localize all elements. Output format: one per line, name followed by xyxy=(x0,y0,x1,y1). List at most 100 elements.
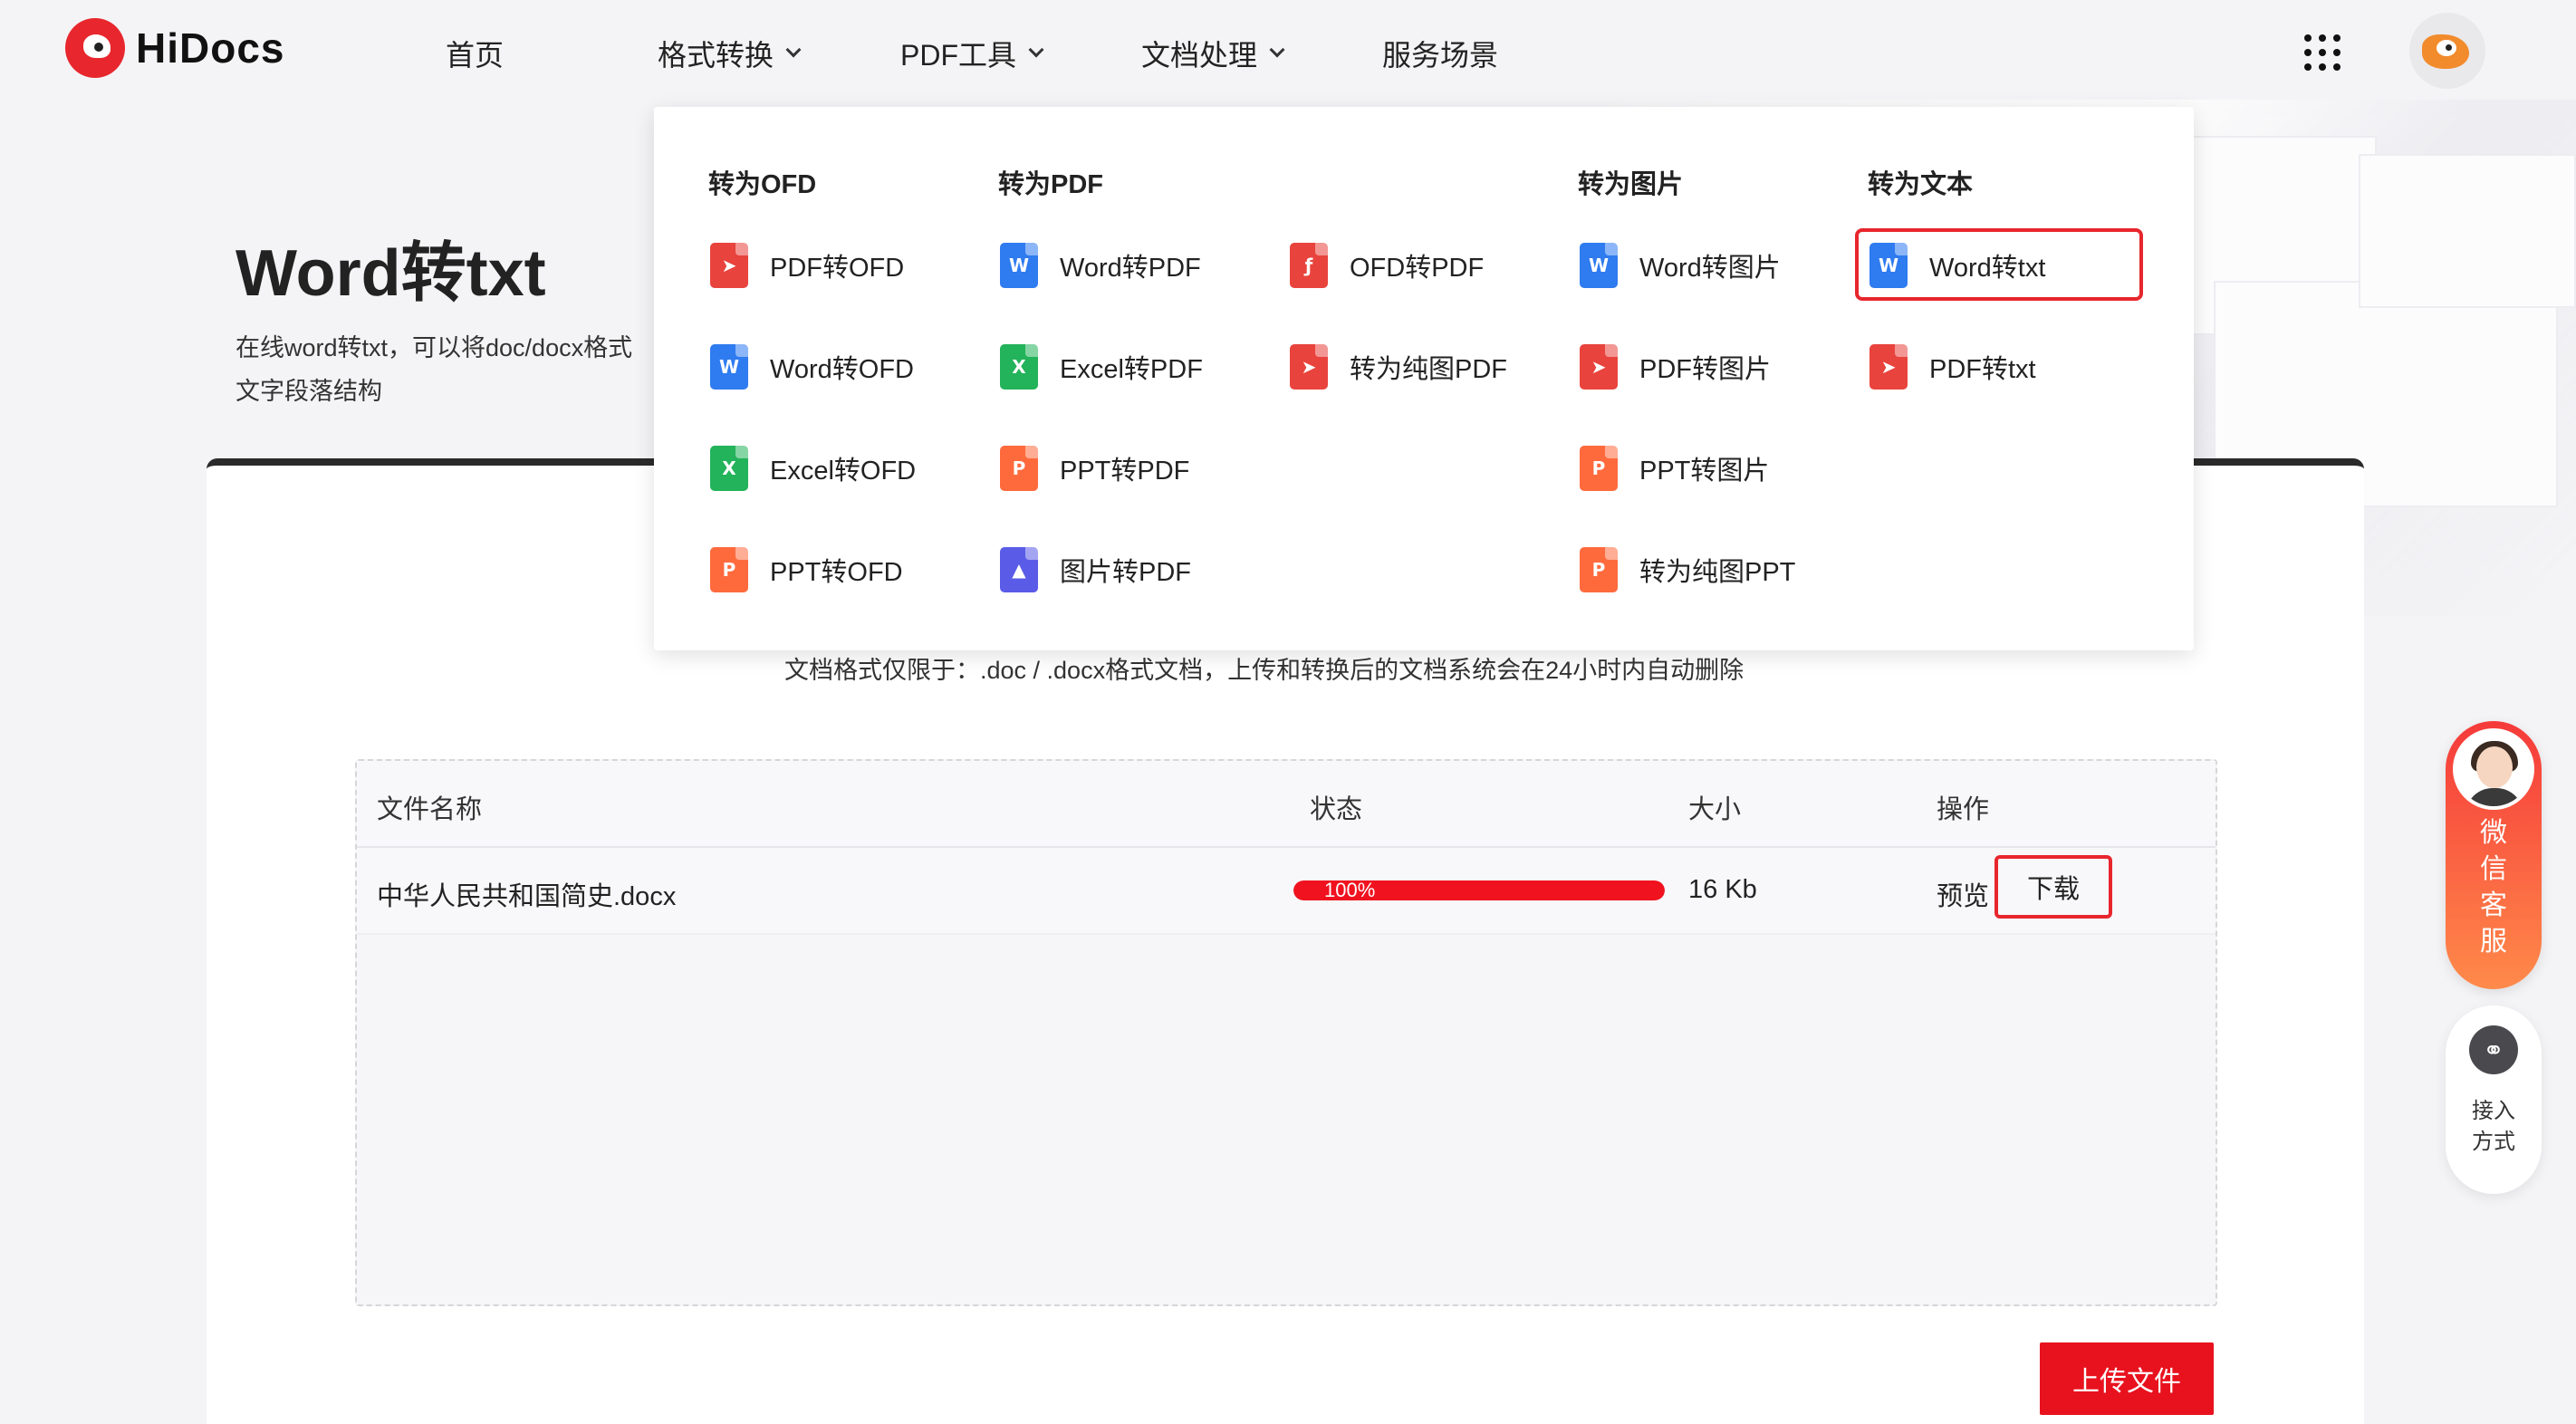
nav-home[interactable]: 首页 xyxy=(446,33,504,74)
ppt-file-icon: P xyxy=(1580,547,1618,592)
service-agent-avatar xyxy=(2453,728,2534,810)
chevron-down-icon xyxy=(1028,42,1044,58)
service-label-char: 信 xyxy=(2480,854,2507,884)
chevron-down-icon xyxy=(1269,42,1285,58)
access-method-label: 接入 方式 xyxy=(2446,1096,2542,1158)
menu-to-image-pdf[interactable]: ➤ 转为纯图PDF xyxy=(1290,344,1507,390)
pdf-file-icon: ➤ xyxy=(1580,344,1618,390)
menu-label: PPT转OFD xyxy=(770,558,903,587)
menu-label: PPT转图片 xyxy=(1639,457,1770,486)
link-icon: ⚭ xyxy=(2469,1025,2518,1074)
user-avatar[interactable] xyxy=(2409,13,2485,89)
menu-label: 转为纯图PPT xyxy=(1639,558,1796,587)
header-size: 大小 xyxy=(1688,795,1742,824)
page-title: Word转txt xyxy=(235,237,546,310)
table-row: 中华人民共和国简史.docx 100% 16 Kb 预览 下载 xyxy=(357,848,2216,935)
word-file-icon: W xyxy=(1000,243,1038,288)
menu-word-to-ofd[interactable]: W Word转OFD xyxy=(710,344,914,390)
menu-label: OFD转PDF xyxy=(1350,254,1485,283)
word-file-icon: W xyxy=(1870,243,1908,288)
pdf-file-icon: ➤ xyxy=(1870,344,1908,390)
menu-pdf-to-ofd[interactable]: ➤ PDF转OFD xyxy=(710,243,904,288)
top-header: HiDocs 首页 格式转换 PDF工具 文档处理 服务场景 xyxy=(0,0,2576,107)
description-line: 文字段落结构 xyxy=(235,378,382,405)
service-label-char: 微 xyxy=(2480,818,2507,848)
menu-excel-to-pdf[interactable]: X Excel转PDF xyxy=(1000,344,1203,390)
file-size: 16 Kb xyxy=(1688,875,1757,904)
ofd-file-icon: ƒ xyxy=(1290,243,1328,288)
brand-logo[interactable]: HiDocs xyxy=(65,18,284,78)
word-file-icon: W xyxy=(1580,243,1618,288)
file-name: 中华人民共和国简史.docx xyxy=(377,882,677,911)
ppt-file-icon: P xyxy=(1000,446,1038,491)
menu-label: 图片转PDF xyxy=(1060,558,1192,587)
progress-label: 100% xyxy=(1324,880,1376,900)
header-status: 状态 xyxy=(1310,795,1363,824)
menu-label: Excel转OFD xyxy=(770,457,917,486)
progress-fill: 100% xyxy=(1293,880,1665,900)
nav-format-convert[interactable]: 格式转换 xyxy=(658,33,802,74)
ppt-file-icon: P xyxy=(710,547,748,592)
column-heading-to-ofd: 转为OFD xyxy=(708,170,817,199)
nav-label: 格式转换 xyxy=(658,39,774,72)
table-header: 文件名称 状态 大小 操作 xyxy=(357,761,2216,848)
menu-label: Word转PDF xyxy=(1060,254,1201,283)
excel-file-icon: X xyxy=(1000,344,1038,390)
page-description: 在线word转txt，可以将doc/docx格式 文字段落结构 xyxy=(235,326,652,413)
header-filename: 文件名称 xyxy=(377,795,483,824)
nav-label: PDF工具 xyxy=(900,39,1017,72)
pdf-file-icon: ➤ xyxy=(1290,344,1328,390)
menu-label: 转为纯图PDF xyxy=(1350,355,1508,384)
menu-label: PDF转txt xyxy=(1929,355,2036,384)
menu-label: Word转txt xyxy=(1929,254,2046,283)
menu-label: PDF转OFD xyxy=(770,254,905,283)
menu-label: PPT转PDF xyxy=(1060,457,1190,486)
menu-label: Word转图片 xyxy=(1639,254,1781,283)
column-heading-to-text: 转为文本 xyxy=(1868,170,1974,199)
menu-excel-to-ofd[interactable]: X Excel转OFD xyxy=(710,446,916,491)
preview-link[interactable]: 预览 xyxy=(1937,875,1989,913)
grid-dots-icon[interactable] xyxy=(2304,34,2341,71)
column-heading-to-pdf: 转为PDF xyxy=(998,170,1104,199)
menu-pdf-to-image[interactable]: ➤ PDF转图片 xyxy=(1580,344,1771,390)
menu-ppt-to-pdf[interactable]: P PPT转PDF xyxy=(1000,446,1189,491)
nav-label: 文档处理 xyxy=(1141,39,1258,72)
access-method-widget[interactable]: ⚭ 接入 方式 xyxy=(2446,1005,2542,1194)
nav-label: 首页 xyxy=(446,39,505,72)
nav-pdf-tools[interactable]: PDF工具 xyxy=(900,33,1044,74)
menu-word-to-image[interactable]: W Word转图片 xyxy=(1580,243,1781,288)
menu-ofd-to-pdf[interactable]: ƒ OFD转PDF xyxy=(1290,243,1484,288)
access-label-line: 接入 xyxy=(2472,1099,2515,1123)
menu-ppt-to-image[interactable]: P PPT转图片 xyxy=(1580,446,1769,491)
menu-word-to-pdf[interactable]: W Word转PDF xyxy=(1000,243,1201,288)
upload-file-button[interactable]: 上传文件 xyxy=(2040,1342,2214,1415)
image-file-icon: ▲ xyxy=(1000,547,1038,592)
nav-doc-process[interactable]: 文档处理 xyxy=(1141,33,1285,74)
description-line: 在线word转txt，可以将doc/docx格式 xyxy=(235,334,633,361)
header-actions: 操作 xyxy=(1937,795,1990,824)
menu-pdf-to-txt[interactable]: ➤ PDF转txt xyxy=(1870,344,2036,390)
download-button[interactable]: 下载 xyxy=(1994,855,2112,919)
menu-word-to-txt[interactable]: W Word转txt xyxy=(1870,243,2045,288)
column-heading-to-image: 转为图片 xyxy=(1578,170,1684,199)
service-label-char: 客 xyxy=(2480,890,2507,920)
format-limits-note: 文档格式仅限于：.doc / .docx格式文档，上传和转换后的文档系统会在24… xyxy=(784,657,1745,684)
wechat-service-widget[interactable]: 微 信 客 服 xyxy=(2446,721,2542,989)
menu-label: Excel转PDF xyxy=(1060,355,1203,384)
nav-label: 服务场景 xyxy=(1382,39,1499,72)
pdf-file-icon: ➤ xyxy=(710,243,748,288)
access-label-line: 方式 xyxy=(2472,1130,2515,1154)
menu-label: Word转OFD xyxy=(770,355,914,384)
progress-bar: 100% xyxy=(1293,880,1665,900)
word-file-icon: W xyxy=(710,344,748,390)
menu-ppt-to-ofd[interactable]: P PPT转OFD xyxy=(710,547,903,592)
nav-service-scenes[interactable]: 服务场景 xyxy=(1382,33,1498,74)
excel-file-icon: X xyxy=(710,446,748,491)
service-label-char: 服 xyxy=(2480,927,2507,957)
menu-to-image-ppt[interactable]: P 转为纯图PPT xyxy=(1580,547,1795,592)
ppt-file-icon: P xyxy=(1580,446,1618,491)
chevron-down-icon xyxy=(785,42,802,58)
menu-label: PDF转图片 xyxy=(1639,355,1772,384)
menu-image-to-pdf[interactable]: ▲ 图片转PDF xyxy=(1000,547,1191,592)
service-label: 微 信 客 服 xyxy=(2446,815,2542,960)
